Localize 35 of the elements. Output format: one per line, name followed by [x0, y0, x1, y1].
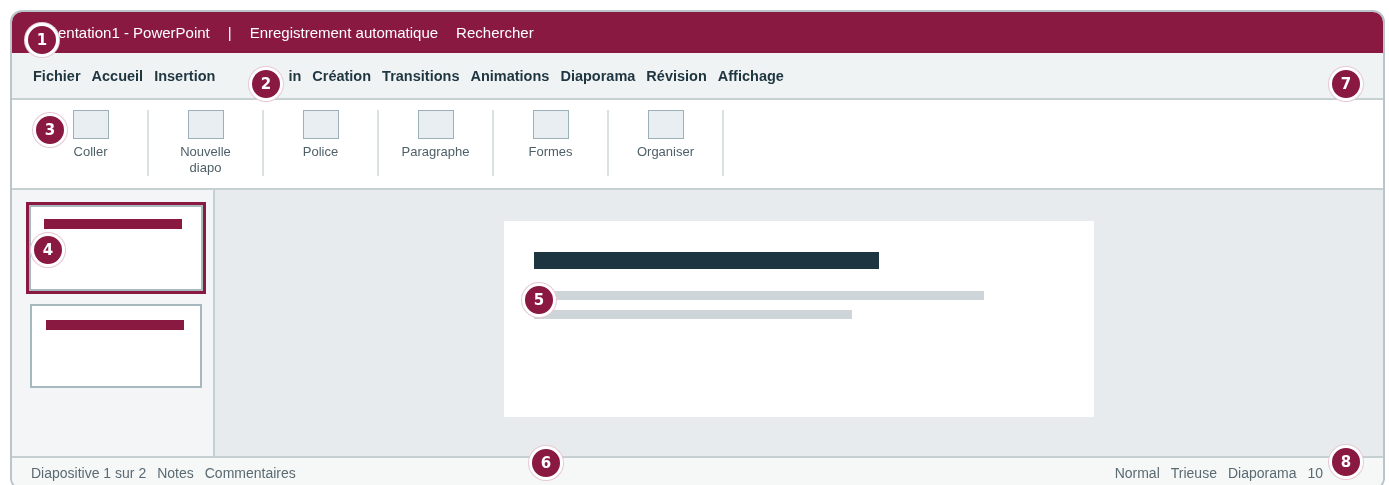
view-option[interactable]: Normal [1114, 465, 1160, 481]
command-icon[interactable] [187, 110, 224, 139]
command-icon[interactable] [532, 110, 569, 139]
ribbon-tab[interactable]: Fichier [33, 67, 81, 84]
command-icon[interactable] [302, 110, 339, 139]
ribbon-tab[interactable]: Diaporama [560, 67, 636, 84]
ribbon-tab[interactable]: Révision [646, 67, 707, 84]
search-field[interactable]: Rechercher [456, 24, 534, 41]
command-label[interactable]: Coller [50, 144, 131, 160]
ribbon-tab[interactable]: Insertion [154, 67, 216, 84]
slide-thumbnail[interactable] [26, 202, 206, 294]
status-text: Notes [157, 465, 194, 481]
ribbon-tab[interactable]: Transitions [382, 67, 460, 84]
command-label[interactable]: Formes [510, 144, 591, 160]
ribbon-tab[interactable]: Animations [470, 67, 550, 84]
ribbon-tab[interactable]: in [288, 67, 302, 84]
status-text: Diapositive 1 sur 2 [31, 465, 147, 481]
title-separator: | [227, 24, 232, 41]
command-icon[interactable] [72, 110, 109, 139]
command-icon[interactable] [417, 110, 454, 139]
command-label[interactable]: Paragraphe [395, 144, 476, 160]
ribbon-tab[interactable]: Accueil [91, 67, 144, 84]
slide-thumbnail[interactable] [30, 304, 202, 388]
window-title: entation1 - PowerPoint [58, 24, 210, 41]
ribbon-tab[interactable]: Création [312, 67, 372, 84]
view-option[interactable]: Trieuse [1170, 465, 1217, 481]
status-text: Commentaires [204, 465, 296, 481]
autosave-label[interactable]: Enregistrement automatique [249, 24, 439, 41]
command-icon[interactable] [647, 110, 684, 139]
command-label[interactable]: Police [280, 144, 361, 160]
command-label[interactable]: Organiser [625, 144, 706, 160]
view-option[interactable]: Diaporama [1227, 465, 1297, 481]
command-label[interactable]: Nouvelle diapo [165, 144, 246, 176]
ribbon-tab[interactable]: Affichage [717, 67, 784, 84]
view-option[interactable]: 10 [1307, 465, 1323, 481]
